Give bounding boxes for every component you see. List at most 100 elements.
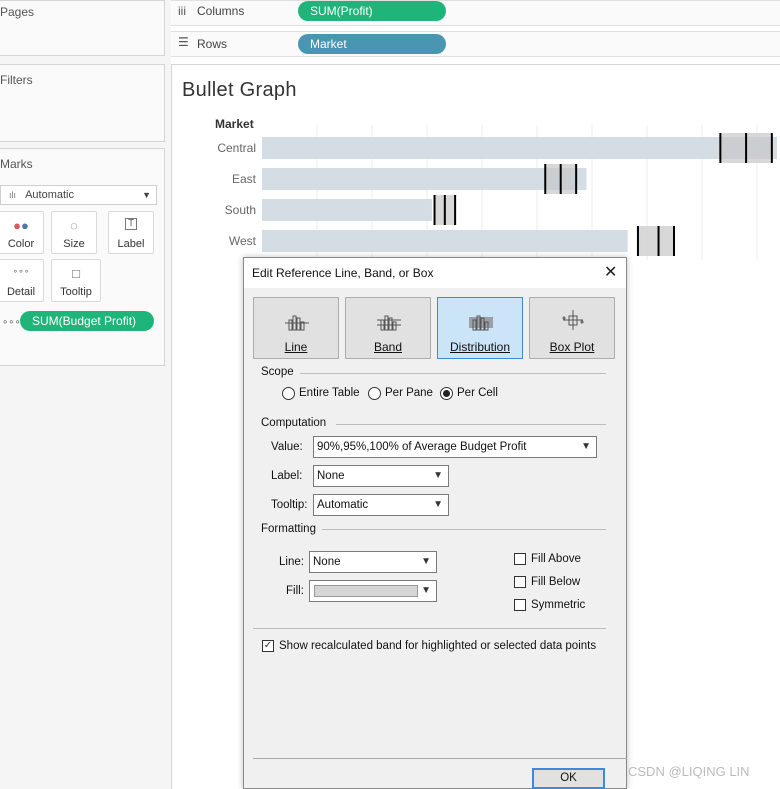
type-line-button[interactable]: Line xyxy=(253,297,339,359)
line-field-label: Line: xyxy=(279,556,304,568)
text-label-icon: T xyxy=(125,218,137,230)
tooltip-label: Tooltip xyxy=(60,286,92,298)
tooltip-select-text: Automatic xyxy=(317,499,369,511)
type-boxplot-label: Box Plot xyxy=(549,340,595,354)
size-button[interactable]: ◌ Size xyxy=(51,211,97,254)
scope-entire-table-label[interactable]: Entire Table xyxy=(299,387,360,399)
formatting-divider xyxy=(322,529,606,530)
rows-label: Rows xyxy=(197,37,228,51)
type-distribution-label: Distribution xyxy=(449,340,511,354)
band-icon xyxy=(377,315,401,331)
scope-per-cell-radio[interactable] xyxy=(440,387,453,400)
dialog-title: Edit Reference Line, Band, or Box xyxy=(252,266,434,280)
type-distribution-button[interactable]: Distribution xyxy=(437,297,523,359)
mark-type-value: Automatic xyxy=(25,189,74,201)
profit-pill[interactable]: SUM(Profit) xyxy=(298,1,446,21)
value-label: Value: xyxy=(271,441,303,453)
rows-icon: ☰ xyxy=(178,35,189,49)
label-label: Label xyxy=(117,238,145,250)
show-recalc-label[interactable]: Show recalculated band for highlighted o… xyxy=(279,640,596,652)
edit-reference-dialog: Edit Reference Line, Band, or Box ✕ Line… xyxy=(243,257,627,789)
watermark: CSDN @LIQING LIN xyxy=(628,764,750,779)
ok-button[interactable]: OK xyxy=(532,768,605,789)
size-label: Size xyxy=(63,238,85,250)
options-divider xyxy=(253,628,606,629)
detail-dots-icon: ∘∘∘ xyxy=(12,266,30,276)
computation-title: Computation xyxy=(261,417,327,429)
scope-per-pane-label[interactable]: Per Pane xyxy=(385,387,433,399)
bar-chart-icon: ılı xyxy=(9,190,17,200)
dialog-titlebar: Edit Reference Line, Band, or Box ✕ xyxy=(244,258,626,288)
bullet-chart: Central East South West xyxy=(217,125,777,260)
detail-button[interactable]: ∘∘∘ Detail xyxy=(0,259,44,302)
chevron-down-icon: ▼ xyxy=(433,499,443,510)
fill-below-label[interactable]: Fill Below xyxy=(531,576,580,588)
marks-title: Marks xyxy=(0,157,33,171)
rows-shelf: ☰ Rows Market xyxy=(171,31,780,57)
scope-title: Scope xyxy=(261,366,294,378)
type-band-label: Band xyxy=(373,340,403,354)
scope-per-cell-label[interactable]: Per Cell xyxy=(457,387,498,399)
distribution-icon xyxy=(469,315,493,331)
category-label: Central xyxy=(217,141,256,155)
label-select[interactable]: None ▼ xyxy=(313,465,449,487)
fill-field-label: Fill: xyxy=(286,585,304,597)
symmetric-label[interactable]: Symmetric xyxy=(531,599,585,611)
label-field-label: Label: xyxy=(271,470,303,482)
tooltip-field-label: Tooltip: xyxy=(271,499,308,511)
size-icon: ◌ xyxy=(70,218,78,233)
market-pill[interactable]: Market xyxy=(298,34,446,54)
fill-above-checkbox[interactable] xyxy=(514,553,526,565)
fill-below-checkbox[interactable] xyxy=(514,576,526,588)
color-label: Color xyxy=(7,238,35,250)
color-button[interactable]: ●● Color xyxy=(0,211,44,254)
pages-title: Pages xyxy=(0,5,35,19)
filters-card[interactable]: Filters xyxy=(0,64,165,142)
label-button[interactable]: T Label xyxy=(108,211,154,254)
symmetric-checkbox[interactable] xyxy=(514,599,526,611)
bar-south xyxy=(262,199,432,221)
chevron-down-icon: ▼ xyxy=(421,585,431,596)
budget-profit-pill[interactable]: SUM(Budget Profit) xyxy=(20,311,154,331)
scope-entire-table-radio[interactable] xyxy=(282,387,295,400)
category-label: West xyxy=(229,234,257,248)
line-select[interactable]: None ▼ xyxy=(309,551,437,573)
value-select-text: 90%,95%,100% of Average Budget Profit xyxy=(317,441,527,453)
type-boxplot-button[interactable]: Box Plot xyxy=(529,297,615,359)
value-select[interactable]: 90%,95%,100% of Average Budget Profit ▼ xyxy=(313,436,597,458)
tooltip-select[interactable]: Automatic ▼ xyxy=(313,494,449,516)
category-label: South xyxy=(225,203,256,217)
computation-divider xyxy=(336,424,606,425)
pages-card: Pages xyxy=(0,0,165,56)
formatting-title: Formatting xyxy=(261,523,316,535)
show-recalc-checkbox[interactable]: ✓ xyxy=(262,640,274,652)
columns-icon: iii xyxy=(178,4,186,18)
chevron-down-icon: ▼ xyxy=(433,470,443,481)
tooltip-button[interactable]: □ Tooltip xyxy=(51,259,101,302)
bar-east xyxy=(262,168,587,190)
scope-per-pane-radio[interactable] xyxy=(368,387,381,400)
footer-divider xyxy=(253,758,627,759)
type-band-button[interactable]: Band xyxy=(345,297,431,359)
filters-title: Filters xyxy=(0,73,33,87)
columns-shelf: iii Columns SUM(Profit) xyxy=(171,0,780,26)
color-dots-icon: ●● xyxy=(13,218,29,233)
line-icon xyxy=(285,315,309,331)
mark-type-dropdown[interactable]: ılı Automatic ▼ xyxy=(0,185,157,205)
bar-central xyxy=(262,137,777,159)
fill-select[interactable]: ▼ xyxy=(309,580,437,602)
label-select-text: None xyxy=(317,470,345,482)
box-plot-icon xyxy=(562,310,584,330)
fill-swatch xyxy=(314,585,418,597)
detail-label: Detail xyxy=(6,286,36,298)
scope-divider xyxy=(300,373,606,374)
close-icon[interactable]: ✕ xyxy=(604,262,617,282)
type-line-label: Line xyxy=(284,340,308,354)
fill-above-label[interactable]: Fill Above xyxy=(531,553,581,565)
detail-field-icon: ∘∘∘ xyxy=(2,317,21,328)
bar-west xyxy=(262,230,628,252)
chevron-down-icon: ▼ xyxy=(581,441,591,452)
speech-bubble-icon: □ xyxy=(72,266,80,281)
chevron-down-icon: ▼ xyxy=(421,556,431,567)
chevron-down-icon: ▼ xyxy=(142,190,151,200)
